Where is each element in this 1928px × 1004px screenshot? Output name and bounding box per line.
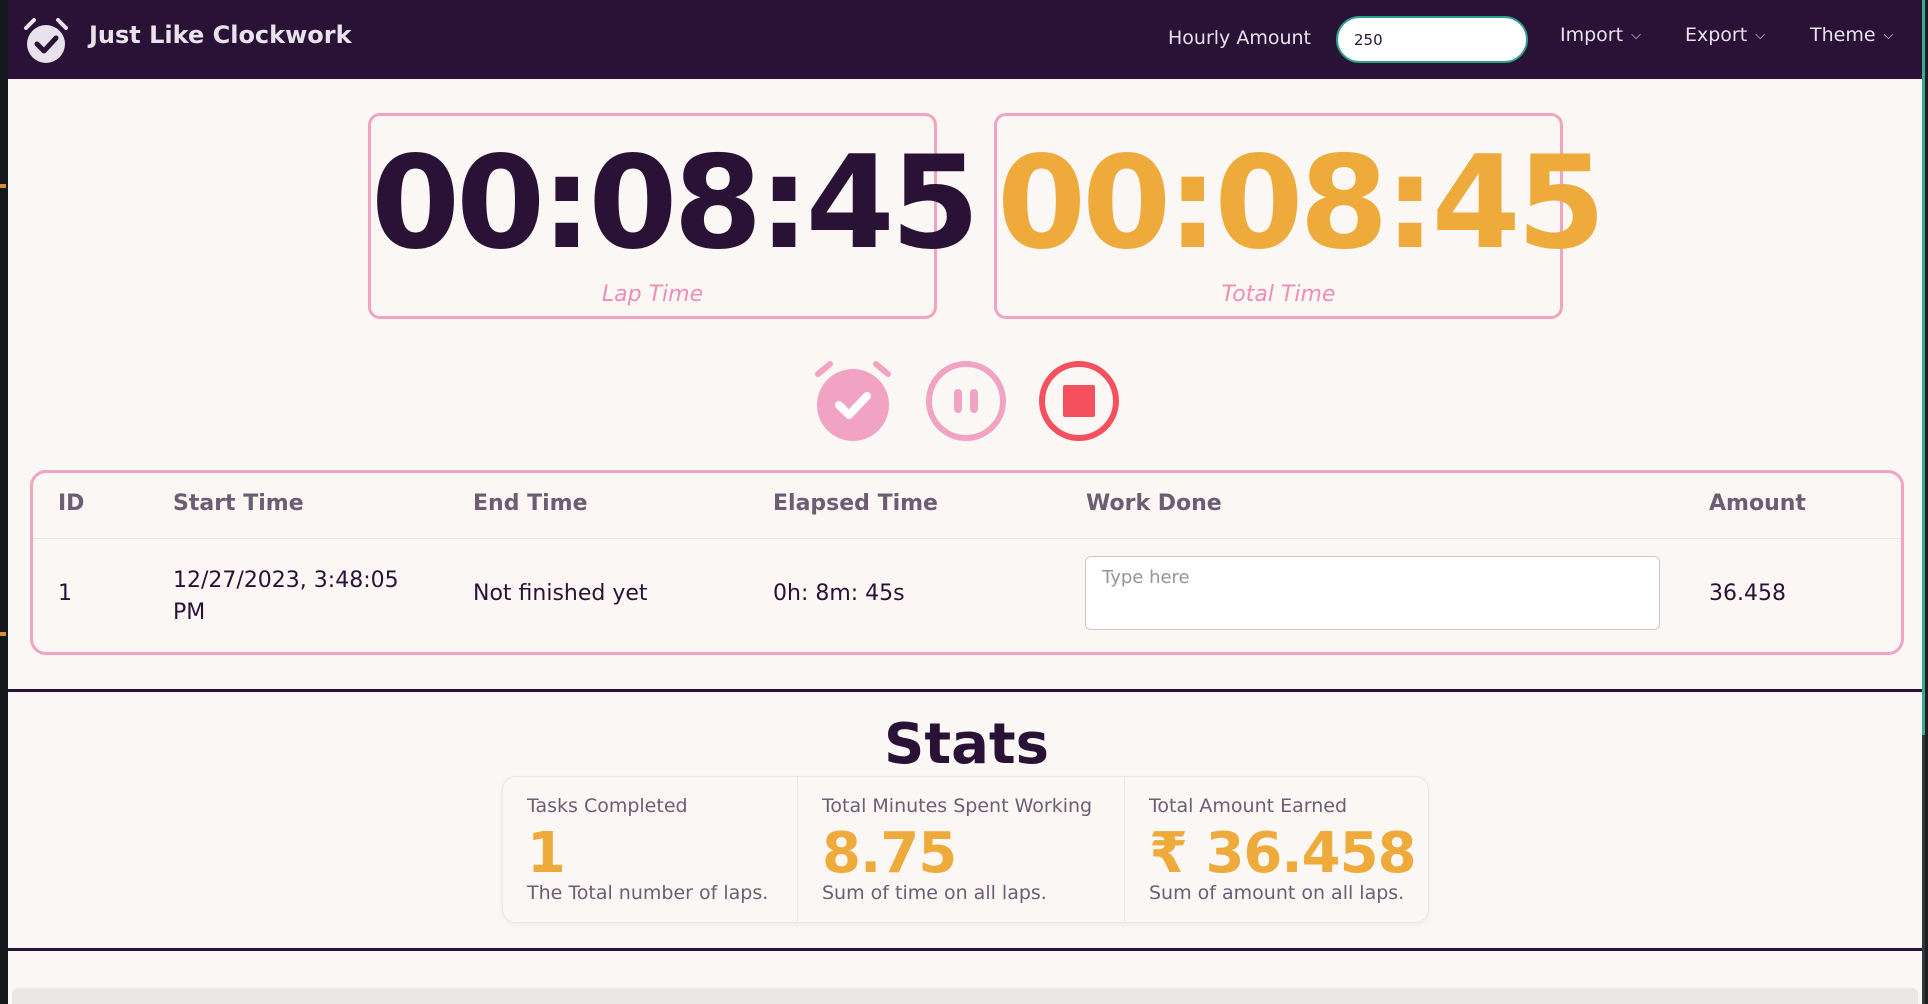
stop-icon[interactable] (1036, 358, 1122, 444)
total-time-value: 00:08:45 (997, 129, 1606, 278)
export-menu-label: Export (1685, 24, 1748, 46)
stat-tasks-completed: Tasks Completed 1 The Total number of la… (503, 777, 797, 922)
theme-menu[interactable]: Theme ⌵ (1810, 24, 1893, 46)
import-menu[interactable]: Import ⌵ (1560, 24, 1641, 46)
theme-menu-label: Theme (1810, 24, 1876, 46)
chevron-down-icon: ⌵ (1631, 28, 1641, 43)
lap-time-label: Lap Time (601, 282, 704, 307)
stats-title: Stats (884, 712, 1049, 777)
col-header-end-time: End Time (473, 491, 588, 516)
navbar: Just Like Clockwork Hourly Amount Import… (8, 0, 1925, 79)
col-header-amount: Amount (1709, 491, 1806, 516)
stat-title: Total Minutes Spent Working (822, 795, 1093, 817)
stat-title: Total Amount Earned (1149, 795, 1348, 817)
laps-table: ID Start Time End Time Elapsed Time Work… (30, 470, 1904, 655)
stat-description: The Total number of laps. (527, 882, 769, 904)
divider-top (8, 689, 1925, 692)
cell-amount: 36.458 (1709, 581, 1786, 606)
divider-bottom (8, 948, 1925, 951)
footer-strip (12, 988, 1918, 1004)
col-header-start-time: Start Time (173, 491, 304, 516)
header-divider (33, 538, 1901, 539)
stat-total-amount: Total Amount Earned ₹ 36.458 Sum of amou… (1124, 777, 1429, 922)
col-header-id: ID (58, 491, 85, 516)
work-done-input[interactable] (1085, 556, 1660, 630)
alarm-clock-logo-icon[interactable] (20, 15, 72, 67)
cell-elapsed-time: 0h: 8m: 45s (773, 581, 905, 606)
pause-icon[interactable] (923, 358, 1009, 444)
total-time-card: 00:08:45 Total Time (994, 113, 1606, 319)
scrollbar[interactable] (1922, 0, 1925, 1004)
cell-id: 1 (58, 581, 72, 606)
cell-start-time-line1: 12/27/2023, 3:48:05 (173, 568, 399, 593)
chevron-down-icon: ⌵ (1755, 28, 1766, 43)
stat-value: ₹ 36.458 (1149, 821, 1417, 886)
export-menu[interactable]: Export ⌵ (1685, 24, 1765, 46)
stat-title: Tasks Completed (527, 795, 688, 817)
cell-start-time: 12/27/2023, 3:48:05 PM (173, 565, 399, 629)
total-time-label: Total Time (1221, 282, 1336, 307)
brand-title[interactable]: Just Like Clockwork (89, 21, 352, 49)
hourly-amount-label: Hourly Amount (1168, 27, 1311, 49)
scrollbar-thumb[interactable] (1922, 0, 1925, 735)
stat-description: Sum of amount on all laps. (1149, 882, 1405, 904)
app-root: Just Like Clockwork Hourly Amount Import… (8, 0, 1925, 1004)
alarm-check-icon[interactable] (810, 358, 896, 444)
lap-time-card: 00:08:45 Lap Time (368, 113, 980, 319)
chevron-down-icon: ⌵ (1883, 28, 1894, 43)
cell-end-time: Not finished yet (473, 581, 648, 606)
window-edge (0, 0, 8, 1004)
stat-total-minutes: Total Minutes Spent Working 8.75 Sum of … (797, 777, 1125, 922)
col-header-work-done: Work Done (1086, 491, 1222, 516)
cell-start-time-line2: PM (173, 600, 206, 625)
stat-value: 1 (527, 821, 566, 886)
hourly-amount-input[interactable] (1336, 16, 1528, 63)
lap-time-value: 00:08:45 (371, 129, 980, 278)
stat-description: Sum of time on all laps. (822, 882, 1047, 904)
stat-value: 8.75 (822, 821, 957, 886)
import-menu-label: Import (1560, 24, 1624, 46)
stats-panel: Tasks Completed 1 The Total number of la… (502, 776, 1429, 923)
col-header-elapsed-time: Elapsed Time (773, 491, 938, 516)
